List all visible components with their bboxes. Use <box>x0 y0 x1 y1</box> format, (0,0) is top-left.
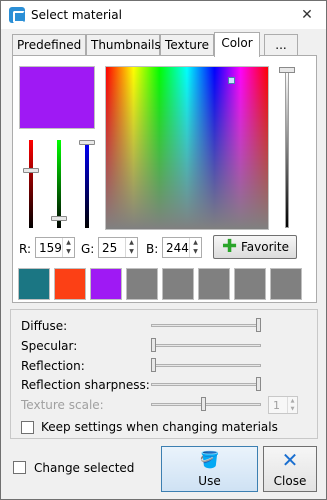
change-selected-label: Change selected <box>34 461 135 475</box>
blue-slider[interactable] <box>79 140 95 228</box>
red-label: R: <box>19 242 32 256</box>
red-slider-thumb[interactable] <box>23 168 39 173</box>
slider-thumb[interactable] <box>256 318 261 332</box>
blue-value-spinner[interactable]: 244 ▲ ▼ <box>162 237 202 258</box>
app-icon <box>9 7 25 23</box>
tab-color[interactable]: Color <box>214 32 260 57</box>
blue-value[interactable]: 244 <box>166 241 189 255</box>
favorite-button[interactable]: ✚ Favorite <box>213 235 297 259</box>
green-value-spinner[interactable]: 25 ▲ ▼ <box>98 237 138 258</box>
specular-label: Specular: <box>21 339 78 353</box>
blue-label: B: <box>146 242 159 256</box>
close-button[interactable]: ✕ Close <box>263 446 317 492</box>
close-icon[interactable]: ✕ <box>296 5 318 25</box>
recent-color-swatch[interactable] <box>270 268 302 300</box>
red-value-spinner[interactable]: 159 ▲ ▼ <box>35 237 75 258</box>
texture-scale-slider <box>151 403 261 406</box>
reflection-sharpness-slider[interactable] <box>151 383 261 386</box>
recent-color-swatch[interactable] <box>162 268 194 300</box>
slider-thumb[interactable] <box>151 358 156 372</box>
spectrum-cursor[interactable] <box>228 77 235 84</box>
luminance-slider-thumb[interactable] <box>279 67 295 73</box>
keep-settings-label: Keep settings when changing materials <box>41 420 278 434</box>
slider-thumb[interactable] <box>256 377 261 391</box>
tab-predefined[interactable]: Predefined <box>12 34 86 56</box>
tab-thumbnails[interactable]: Thumbnails <box>86 34 161 56</box>
tab-texture[interactable]: Texture <box>160 34 214 56</box>
recent-color-swatch[interactable] <box>90 268 122 300</box>
specular-slider[interactable] <box>151 344 261 347</box>
diffuse-label: Diffuse: <box>21 319 68 333</box>
red-value[interactable]: 159 <box>39 241 62 255</box>
change-selected-checkbox[interactable] <box>13 461 26 474</box>
green-label: G: <box>81 242 95 256</box>
green-slider-thumb[interactable] <box>51 216 67 221</box>
blue-slider-thumb[interactable] <box>79 140 95 145</box>
texture-scale-spinner: 1 ▲ ▼ <box>268 396 298 414</box>
recent-color-swatch[interactable] <box>54 268 86 300</box>
title-bar: Select material ✕ <box>1 1 326 29</box>
spin-arrows-icon[interactable]: ▲ ▼ <box>62 238 74 257</box>
select-material-dialog: Select material ✕ Predefined Thumbnails … <box>0 0 327 500</box>
spin-arrows-icon[interactable]: ▲ ▼ <box>189 238 201 257</box>
green-slider[interactable] <box>51 140 67 228</box>
use-label: Use <box>198 474 221 488</box>
paint-bucket-icon: 🪣 <box>199 450 220 469</box>
material-properties-panel: Diffuse: Specular: Reflection: Reflectio… <box>10 309 318 439</box>
current-color-swatch <box>19 66 95 129</box>
recent-color-swatch[interactable] <box>18 268 50 300</box>
close-label: Close <box>273 474 307 488</box>
texture-scale-value: 1 <box>273 399 280 412</box>
recent-color-swatch[interactable] <box>126 268 158 300</box>
favorite-label: Favorite <box>241 240 289 254</box>
color-spectrum[interactable] <box>105 66 269 230</box>
recent-color-swatch[interactable] <box>198 268 230 300</box>
keep-settings-checkbox[interactable] <box>21 421 34 434</box>
texture-scale-label: Texture scale: <box>21 398 104 412</box>
color-tab-panel: R: 159 ▲ ▼ G: 25 ▲ ▼ B: 244 ▲ ▼ ✚ Favorite <box>12 55 317 303</box>
reflection-slider[interactable] <box>151 364 261 367</box>
green-value[interactable]: 25 <box>102 241 117 255</box>
luminance-slider[interactable] <box>285 70 289 228</box>
reflection-label: Reflection: <box>21 359 85 373</box>
close-icon: ✕ <box>281 448 299 472</box>
red-slider[interactable] <box>23 140 39 228</box>
diffuse-slider[interactable] <box>151 324 261 327</box>
recent-color-swatch[interactable] <box>234 268 266 300</box>
spin-arrows-icon: ▲ ▼ <box>287 397 297 413</box>
window-title: Select material <box>31 8 122 22</box>
slider-thumb <box>201 397 206 411</box>
spin-arrows-icon[interactable]: ▲ ▼ <box>125 238 137 257</box>
use-button[interactable]: 🪣 Use <box>161 446 258 492</box>
reflection-sharpness-label: Reflection sharpness: <box>21 378 150 392</box>
tab-more[interactable]: ... <box>264 34 298 56</box>
slider-thumb[interactable] <box>151 338 156 352</box>
plus-icon: ✚ <box>222 236 238 257</box>
